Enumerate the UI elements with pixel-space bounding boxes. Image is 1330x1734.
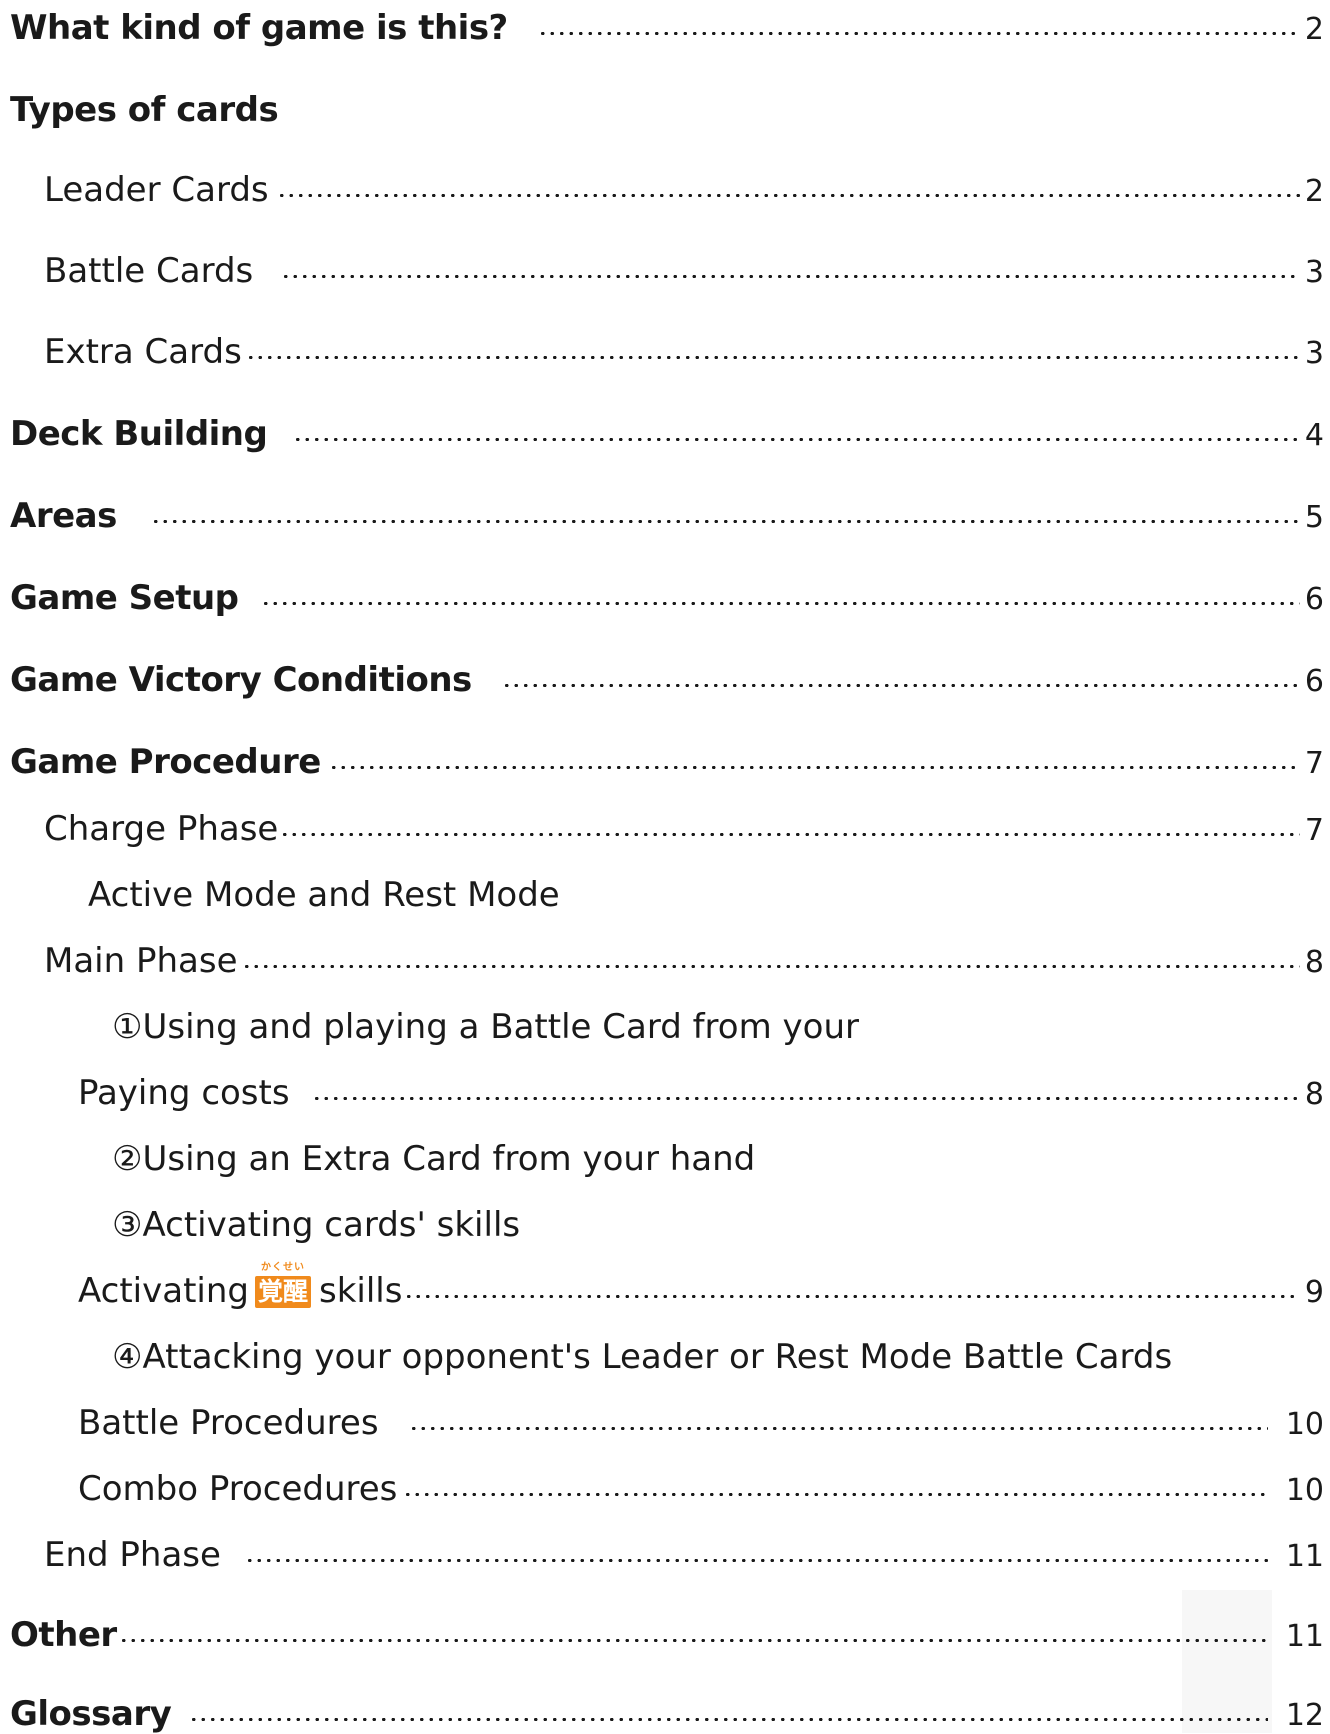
dot-leader — [150, 519, 1300, 523]
dot-leader — [403, 1492, 1268, 1496]
toc-page-number: 8 — [1304, 945, 1324, 980]
dot-leader — [276, 193, 1300, 197]
dot-leader — [311, 1096, 1300, 1100]
toc-entry-label: Main Phase — [44, 941, 238, 981]
toc-page-number: 12 — [1285, 1698, 1324, 1733]
toc-subentry-using-extra-card[interactable]: ②Using an Extra Card from your hand — [0, 1139, 1330, 1179]
toc-entry-label-after: skills — [319, 1271, 403, 1311]
dot-leader — [281, 274, 1300, 278]
toc-entry-label: Activating かくせい 覚醒 skills — [78, 1262, 403, 1311]
dot-leader — [241, 964, 1300, 968]
toc-entry-glossary[interactable]: Glossary 12 — [0, 1694, 1330, 1734]
toc-page-number: 11 — [1285, 1539, 1324, 1574]
toc-entry-label: Game Setup — [10, 578, 239, 618]
toc-entry-label-before: Activating — [78, 1271, 249, 1311]
dot-leader — [408, 1426, 1268, 1430]
toc-entry-charge-phase[interactable]: Charge Phase 7 — [0, 809, 1330, 849]
toc-entry-label: ①Using and playing a Battle Card from yo… — [112, 1007, 859, 1047]
toc-entry-label: What kind of game is this? — [10, 8, 508, 48]
toc-entry-what-kind[interactable]: What kind of game is this? 2 — [0, 8, 1330, 48]
toc-entry-label: ②Using an Extra Card from your hand — [112, 1139, 756, 1179]
toc-subentry-activating-skills[interactable]: ③Activating cards' skills — [0, 1205, 1330, 1245]
toc-heading-types-of-cards[interactable]: Types of cards — [0, 90, 1330, 130]
toc-entry-label: Leader Cards — [44, 170, 269, 210]
dot-leader — [280, 832, 1300, 836]
toc-page-number: 11 — [1285, 1619, 1324, 1654]
toc-entry-leader-cards[interactable]: Leader Cards 2 — [0, 170, 1330, 210]
toc-entry-label: Active Mode and Rest Mode — [88, 875, 560, 915]
toc-entry-label: Game Victory Conditions — [10, 660, 472, 700]
toc-subentry-using-battle-card[interactable]: ①Using and playing a Battle Card from yo… — [0, 1007, 1330, 1047]
toc-page-number: 6 — [1304, 582, 1324, 617]
toc-entry-combo-procedures[interactable]: Combo Procedures 10 — [0, 1469, 1330, 1509]
toc-entry-label: Areas — [10, 496, 117, 536]
toc-entry-battle-procedures[interactable]: Battle Procedures 10 — [0, 1403, 1330, 1443]
dot-leader — [189, 1717, 1268, 1721]
toc-entry-game-setup[interactable]: Game Setup 6 — [0, 578, 1330, 618]
toc-entry-paying-costs[interactable]: Paying costs 8 — [0, 1073, 1330, 1113]
toc-entry-label: Battle Cards — [44, 251, 254, 291]
toc-entry-label: Game Procedure — [10, 742, 321, 782]
toc-page-number: 10 — [1285, 1407, 1324, 1442]
toc-entry-main-phase[interactable]: Main Phase 8 — [0, 941, 1330, 981]
dot-leader — [328, 765, 1300, 769]
toc-entry-label: ④Attacking your opponent's Leader or Res… — [112, 1337, 1173, 1377]
toc-entry-extra-cards[interactable]: Extra Cards 3 — [0, 332, 1330, 372]
dot-leader — [118, 1638, 1268, 1642]
toc-entry-label: Combo Procedures — [78, 1469, 398, 1509]
toc-entry-end-phase[interactable]: End Phase 11 — [0, 1535, 1330, 1575]
toc-entry-label: Battle Procedures — [78, 1403, 379, 1443]
awaken-badge: かくせい 覚醒 — [255, 1262, 312, 1308]
dot-leader — [260, 601, 1300, 605]
toc-entry-label: Paying costs — [78, 1073, 290, 1113]
toc-entry-label: Types of cards — [10, 90, 279, 130]
toc-entry-deck-building[interactable]: Deck Building 4 — [0, 414, 1330, 454]
dot-leader — [404, 1294, 1300, 1298]
toc-entry-activating-awaken-skills[interactable]: Activating かくせい 覚醒 skills 9 — [0, 1262, 1330, 1311]
dot-leader — [245, 355, 1300, 359]
toc-page-number: 7 — [1304, 813, 1324, 848]
toc-page-number: 2 — [1304, 12, 1324, 47]
dot-leader — [537, 31, 1300, 35]
toc-page-number: 5 — [1304, 500, 1324, 535]
toc-entry-label: Deck Building — [10, 414, 268, 454]
toc-entry-battle-cards[interactable]: Battle Cards 3 — [0, 251, 1330, 291]
toc-entry-label: Other — [10, 1615, 117, 1655]
toc-subentry-active-rest[interactable]: Active Mode and Rest Mode — [0, 875, 1330, 915]
toc-entry-other[interactable]: Other 11 — [0, 1615, 1330, 1655]
toc-entry-label: Glossary — [10, 1694, 172, 1734]
awaken-badge-ruby: かくせい — [261, 1262, 305, 1273]
awaken-badge-text: 覚醒 — [258, 1277, 309, 1306]
toc-entry-victory-conditions[interactable]: Game Victory Conditions 6 — [0, 660, 1330, 700]
dot-leader — [293, 437, 1300, 441]
dot-leader — [501, 683, 1300, 687]
toc-entry-label: Charge Phase — [44, 809, 279, 849]
toc-subentry-attacking[interactable]: ④Attacking your opponent's Leader or Res… — [0, 1337, 1330, 1377]
toc-page-number: 4 — [1304, 418, 1324, 453]
toc-page-number: 6 — [1304, 664, 1324, 699]
toc-page-number: 3 — [1304, 336, 1324, 371]
toc-entry-areas[interactable]: Areas 5 — [0, 496, 1330, 536]
toc-page-number: 7 — [1304, 746, 1324, 781]
toc-entry-game-procedure[interactable]: Game Procedure 7 — [0, 742, 1330, 782]
toc-page-number: 8 — [1304, 1077, 1324, 1112]
toc-page-number: 2 — [1304, 174, 1324, 209]
dot-leader — [244, 1558, 1268, 1562]
toc-page-number: 9 — [1304, 1275, 1324, 1310]
toc-page-number: 3 — [1304, 255, 1324, 290]
toc-entry-label: End Phase — [44, 1535, 221, 1575]
toc-entry-label: Extra Cards — [44, 332, 242, 372]
toc-page-number: 10 — [1285, 1473, 1324, 1508]
toc-entry-label: ③Activating cards' skills — [112, 1205, 521, 1245]
